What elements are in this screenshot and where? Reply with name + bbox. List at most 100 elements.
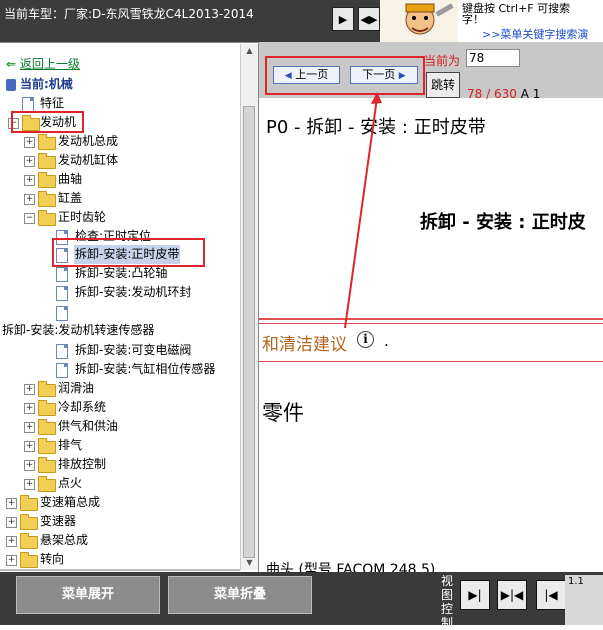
folder-icon: [38, 438, 56, 454]
tree-item-speed-sensor[interactable]: 拆卸-安装:发动机转速传感器: [0, 321, 240, 340]
page-number-input[interactable]: 78: [466, 49, 520, 67]
tree-item-air-fuel[interactable]: + 供气和供油: [0, 417, 240, 436]
expand-icon[interactable]: +: [24, 422, 35, 433]
align-left-icon: |◀: [544, 588, 558, 602]
expand-icon[interactable]: +: [6, 555, 17, 566]
tree-item-engine-seal[interactable]: 拆卸-安装:发动机环封: [0, 283, 240, 302]
document-icon: [56, 363, 68, 378]
tree-item-exhaust[interactable]: + 排气: [0, 436, 240, 455]
tree-item-label: 供气和供油: [58, 419, 119, 433]
scroll-down-icon[interactable]: ▼: [241, 556, 258, 570]
expand-icon[interactable]: +: [24, 441, 35, 452]
expand-icon[interactable]: +: [24, 460, 35, 471]
tree-item-steering[interactable]: + 转向: [0, 550, 240, 569]
forward-nav-button[interactable]: ▶: [332, 7, 354, 31]
fit-nav-button[interactable]: ◀▶: [358, 7, 380, 31]
view-right-button[interactable]: ▶|: [460, 580, 490, 610]
back-arrow-icon: ⇐: [6, 57, 17, 71]
car-model-info: 当前车型：厂家:D-东风雪铁龙C4L2013-2014: [4, 7, 254, 21]
tree-scrollbar[interactable]: ▲ ▼: [240, 44, 258, 570]
tree-item-label: 变速器: [40, 514, 77, 528]
play-forward-icon: ▶: [338, 12, 348, 26]
tree-item-label: 冷却系统: [58, 400, 107, 414]
tree-item-blank[interactable]: [0, 303, 240, 322]
tree-item-label: 曲轴: [58, 172, 83, 186]
tree-item-label: 排放控制: [58, 457, 107, 471]
tree-item-label: 拆卸-安装:发动机环封: [75, 285, 192, 299]
tree-item-transmission[interactable]: + 变速器: [0, 512, 240, 531]
expand-icon[interactable]: +: [24, 403, 35, 414]
current-label: 当前:机械: [20, 77, 73, 91]
expand-icon[interactable]: +: [24, 137, 35, 148]
parts-heading: 零件: [262, 401, 304, 425]
tree-item-engine-block[interactable]: + 发动机缸体: [0, 151, 240, 170]
tree-item-label: 发动机总成: [58, 134, 119, 148]
menu-expand-button[interactable]: 菜单展开: [16, 576, 160, 614]
divider-line: [259, 361, 603, 362]
tree-item-cylinder-head[interactable]: + 缸盖: [0, 189, 240, 208]
horizontal-scrollbar[interactable]: [0, 569, 240, 571]
search-demo-link[interactable]: >>菜单关键字搜索演: [482, 26, 588, 42]
expand-icon[interactable]: +: [24, 194, 35, 205]
tree-item-phase-sensor[interactable]: 拆卸-安装:气缸相位传感器: [0, 360, 240, 379]
tree-item-label: 发动机缸体: [58, 153, 119, 167]
tree-item-emission[interactable]: + 排放控制: [0, 455, 240, 474]
folder-icon: [38, 191, 56, 207]
tree-item-ignition[interactable]: + 点火: [0, 474, 240, 493]
jump-button[interactable]: 跳转: [426, 72, 460, 98]
highlight-engine: [11, 111, 84, 133]
split-view-icon: ▶|◀: [500, 588, 524, 602]
back-label: 返回上一级: [19, 57, 80, 71]
tree-item-engine-assembly[interactable]: + 发动机总成: [0, 132, 240, 151]
tree-item-label: 点火: [58, 476, 83, 490]
tree-item-label: 悬架总成: [40, 533, 89, 547]
expand-icon[interactable]: +: [24, 175, 35, 186]
menu-collapse-button[interactable]: 菜单折叠: [168, 576, 312, 614]
divider-line: [259, 323, 603, 324]
annotation-arrow: [344, 92, 382, 329]
folder-icon: [20, 495, 38, 511]
folder-icon: [38, 419, 56, 435]
tree-item-crankshaft[interactable]: + 曲轴: [0, 170, 240, 189]
hint-line-2: 字！: [462, 13, 484, 26]
scroll-up-icon[interactable]: ▲: [241, 44, 258, 58]
expand-icon[interactable]: +: [6, 536, 17, 547]
tree-item-label: 拆卸-安装:气缸相位传感器: [75, 362, 216, 376]
search-hint: 键盘按 Ctrl+F 可搜索 字！ >>菜单关键字搜索演: [458, 0, 603, 42]
corner-label: 1.1: [568, 576, 584, 587]
mascot-logo: [380, 0, 458, 42]
tree-item-cooling[interactable]: + 冷却系统: [0, 398, 240, 417]
category-icon: [6, 79, 16, 91]
expand-icon[interactable]: +: [6, 498, 17, 509]
align-right-icon: ▶|: [468, 588, 482, 602]
page-count-value: 78 / 630: [467, 87, 517, 101]
back-link[interactable]: ⇐ 返回上一级: [6, 55, 80, 74]
scrollbar-thumb[interactable]: [243, 106, 255, 558]
folder-icon: [38, 457, 56, 473]
document-icon: [56, 306, 68, 321]
tree-item-suspension[interactable]: + 悬架总成: [0, 531, 240, 550]
collapse-icon[interactable]: −: [24, 213, 35, 224]
view-split-button[interactable]: ▶|◀: [497, 580, 527, 610]
expand-icon[interactable]: +: [24, 479, 35, 490]
folder-icon: [38, 172, 56, 188]
tree-item-label: 缸盖: [58, 191, 83, 205]
expand-icon[interactable]: +: [24, 384, 35, 395]
divider-line: [259, 318, 603, 320]
highlight-timing-belt: [52, 238, 205, 267]
tree-item-lubrication[interactable]: + 润滑油: [0, 379, 240, 398]
document-icon: [56, 267, 68, 282]
expand-icon[interactable]: +: [24, 156, 35, 167]
tree-item-solenoid[interactable]: 拆卸-安装:可变电磁阀: [0, 341, 240, 360]
view-left-button[interactable]: |◀: [536, 580, 566, 610]
view-control-label: 视图控制: [440, 574, 453, 630]
tree-item-timing-gear[interactable]: − 正时齿轮: [0, 208, 240, 227]
document-icon: [56, 344, 68, 359]
expand-icon[interactable]: +: [6, 517, 17, 528]
folder-icon: [20, 533, 38, 549]
folder-icon: [20, 552, 38, 568]
tree-item-label: 排气: [58, 438, 83, 452]
folder-icon: [38, 381, 56, 397]
tree-item-gearbox-assembly[interactable]: + 变速箱总成: [0, 493, 240, 512]
document-icon: [56, 286, 68, 301]
